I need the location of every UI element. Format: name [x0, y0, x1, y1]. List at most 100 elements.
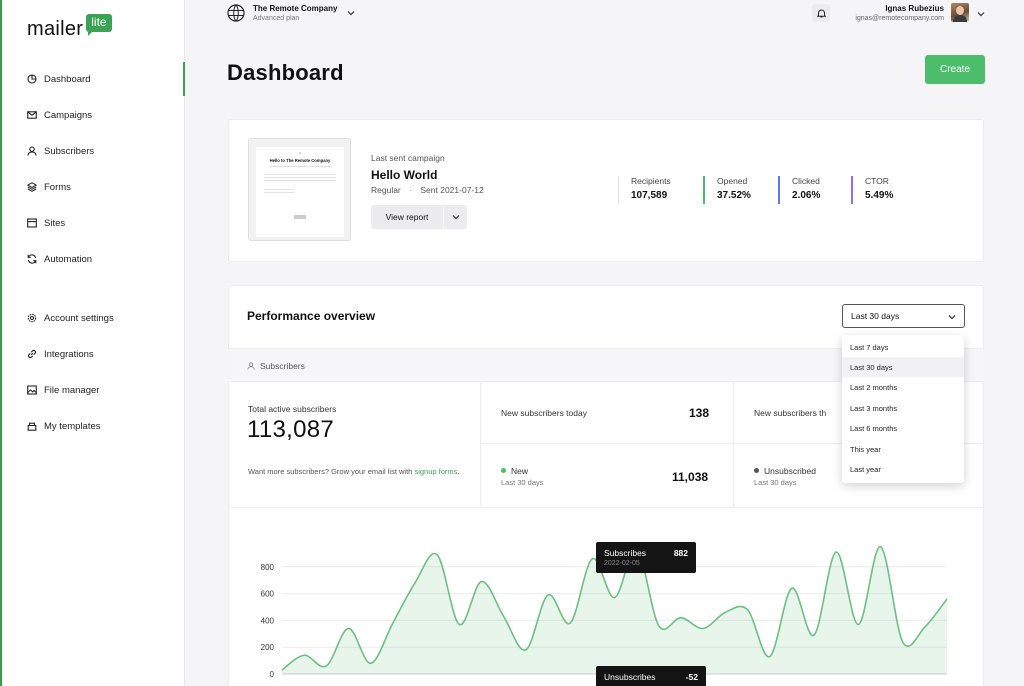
sidebar-item-campaigns[interactable]: Campaigns: [0, 98, 185, 132]
data-point[interactable]: [456, 621, 462, 627]
data-point[interactable]: [612, 595, 618, 601]
data-point[interactable]: [944, 596, 950, 602]
tab-subscribers[interactable]: Subscribers: [260, 361, 305, 371]
data-point[interactable]: [323, 663, 329, 669]
preview-heading: Hello to The Remote Company: [269, 158, 331, 163]
total-subscribers-label: Total active subscribers: [248, 404, 337, 414]
preview-line: [264, 174, 336, 175]
sidebar-item-subscribers[interactable]: Subscribers: [0, 134, 185, 168]
sidebar-item-label: File manager: [44, 384, 100, 396]
data-point[interactable]: [301, 652, 307, 658]
new-today-value: 138: [689, 406, 710, 420]
data-point[interactable]: [789, 585, 795, 591]
chevron-down-icon: [452, 215, 459, 220]
data-point[interactable]: [922, 624, 928, 630]
range-option-this-year[interactable]: This year: [842, 439, 964, 459]
data-point[interactable]: [479, 579, 485, 585]
data-point[interactable]: [412, 580, 418, 586]
new-period: Last 30 days: [501, 478, 544, 487]
tooltip-value: 882: [673, 548, 688, 558]
sidebar-item-sites[interactable]: Sites: [0, 206, 185, 240]
data-point[interactable]: [656, 623, 662, 629]
new-label-row: New: [501, 466, 528, 476]
campaign-preview-thumbnail[interactable]: ● Hello to The Remote Company: [248, 138, 351, 241]
view-report-dropdown-button[interactable]: [444, 205, 467, 229]
forms-icon: [27, 182, 37, 192]
data-point[interactable]: [767, 654, 773, 660]
data-point[interactable]: [567, 620, 573, 626]
tooltip-value: -52: [685, 672, 698, 682]
preview-logo: ●: [299, 151, 301, 155]
divider: [480, 382, 481, 508]
data-point[interactable]: [346, 625, 352, 631]
page-title: Dashboard: [227, 60, 344, 85]
sidebar-item-integrations[interactable]: Integrations: [0, 337, 185, 371]
data-point[interactable]: [811, 632, 817, 638]
data-point[interactable]: [368, 660, 374, 666]
tooltip-date: 2022-02-05: [604, 560, 640, 567]
data-point[interactable]: [678, 615, 684, 621]
data-point[interactable]: [545, 592, 551, 598]
data-point[interactable]: [745, 607, 751, 613]
user-menu-chevron-icon[interactable]: [977, 11, 985, 17]
data-point[interactable]: [434, 552, 440, 558]
green-dot: [501, 468, 506, 473]
data-point[interactable]: [833, 549, 839, 555]
stat-label: Opened: [717, 176, 748, 186]
sidebar-item-dashboard[interactable]: Dashboard: [0, 62, 185, 96]
company-switcher[interactable]: The Remote Company Advanced plan: [227, 4, 355, 22]
image-icon: [27, 385, 37, 395]
data-point[interactable]: [700, 625, 706, 631]
range-option-last-year[interactable]: Last year: [842, 459, 964, 479]
sidebar-item-account-settings[interactable]: Account settings: [0, 301, 185, 335]
preview-line: [264, 189, 294, 190]
sidebar-item-label: Account settings: [44, 312, 114, 324]
data-point[interactable]: [722, 609, 728, 615]
data-point[interactable]: [855, 621, 861, 627]
stat-value: 5.49%: [865, 190, 894, 201]
signup-forms-link[interactable]: signup forms: [414, 467, 457, 476]
mailerlite-logo[interactable]: mailer lite: [27, 14, 112, 41]
chevron-down-icon: [348, 11, 355, 16]
chart-tooltip: Subscribes 882 2022-02-05: [596, 542, 696, 573]
data-point[interactable]: [878, 544, 884, 550]
unsub-period: Last 30 days: [754, 478, 797, 487]
automation-icon: [27, 254, 37, 264]
sidebar-item-automation[interactable]: Automation: [0, 242, 185, 276]
sidebar: mailer lite Dashboard Campaigns Subscrib…: [0, 0, 185, 686]
data-point[interactable]: [523, 647, 529, 653]
sidebar-item-file-manager[interactable]: File manager: [0, 373, 185, 407]
data-point[interactable]: [589, 556, 595, 562]
sidebar-item-label: Automation: [44, 253, 93, 265]
chevron-down-icon: [948, 315, 956, 320]
campaign-preview-page: ● Hello to The Remote Company: [256, 147, 344, 237]
range-option-last-2-months[interactable]: Last 2 months: [842, 377, 964, 397]
user-icon: [247, 362, 255, 370]
avatar[interactable]: [951, 3, 969, 22]
sidebar-item-forms[interactable]: Forms: [0, 170, 185, 204]
create-button[interactable]: Create: [925, 55, 985, 84]
range-option-last-30-days[interactable]: Last 30 days: [842, 357, 964, 377]
logo-badge: lite: [86, 14, 112, 36]
total-subscribers-value: 113,087: [247, 416, 335, 443]
new-value: 11,038: [672, 470, 709, 484]
stat-value: 107,589: [631, 190, 668, 201]
campaign-name[interactable]: Hello World: [371, 168, 437, 182]
data-point[interactable]: [279, 667, 285, 673]
grow-list-text: Want more subscribers? Grow your email l…: [248, 466, 468, 477]
data-point[interactable]: [900, 639, 906, 645]
preview-line: [264, 192, 294, 193]
user-menu[interactable]: Ignas Rubezius ignas@remotecompany.com: [794, 4, 944, 22]
company-name: The Remote Company: [253, 4, 338, 13]
globe-icon: [227, 4, 245, 22]
range-option-last-6-months[interactable]: Last 6 months: [842, 418, 964, 438]
stat-label: CTOR: [865, 176, 889, 186]
dashboard-icon: [27, 74, 37, 84]
data-point[interactable]: [501, 613, 507, 619]
view-report-button[interactable]: View report: [371, 205, 443, 229]
sidebar-item-my-templates[interactable]: My templates: [0, 409, 185, 443]
range-option-last-3-months[interactable]: Last 3 months: [842, 398, 964, 418]
date-range-select[interactable]: Last 30 days: [842, 304, 965, 328]
data-point[interactable]: [390, 620, 396, 626]
range-option-last-7-days[interactable]: Last 7 days: [842, 337, 964, 357]
